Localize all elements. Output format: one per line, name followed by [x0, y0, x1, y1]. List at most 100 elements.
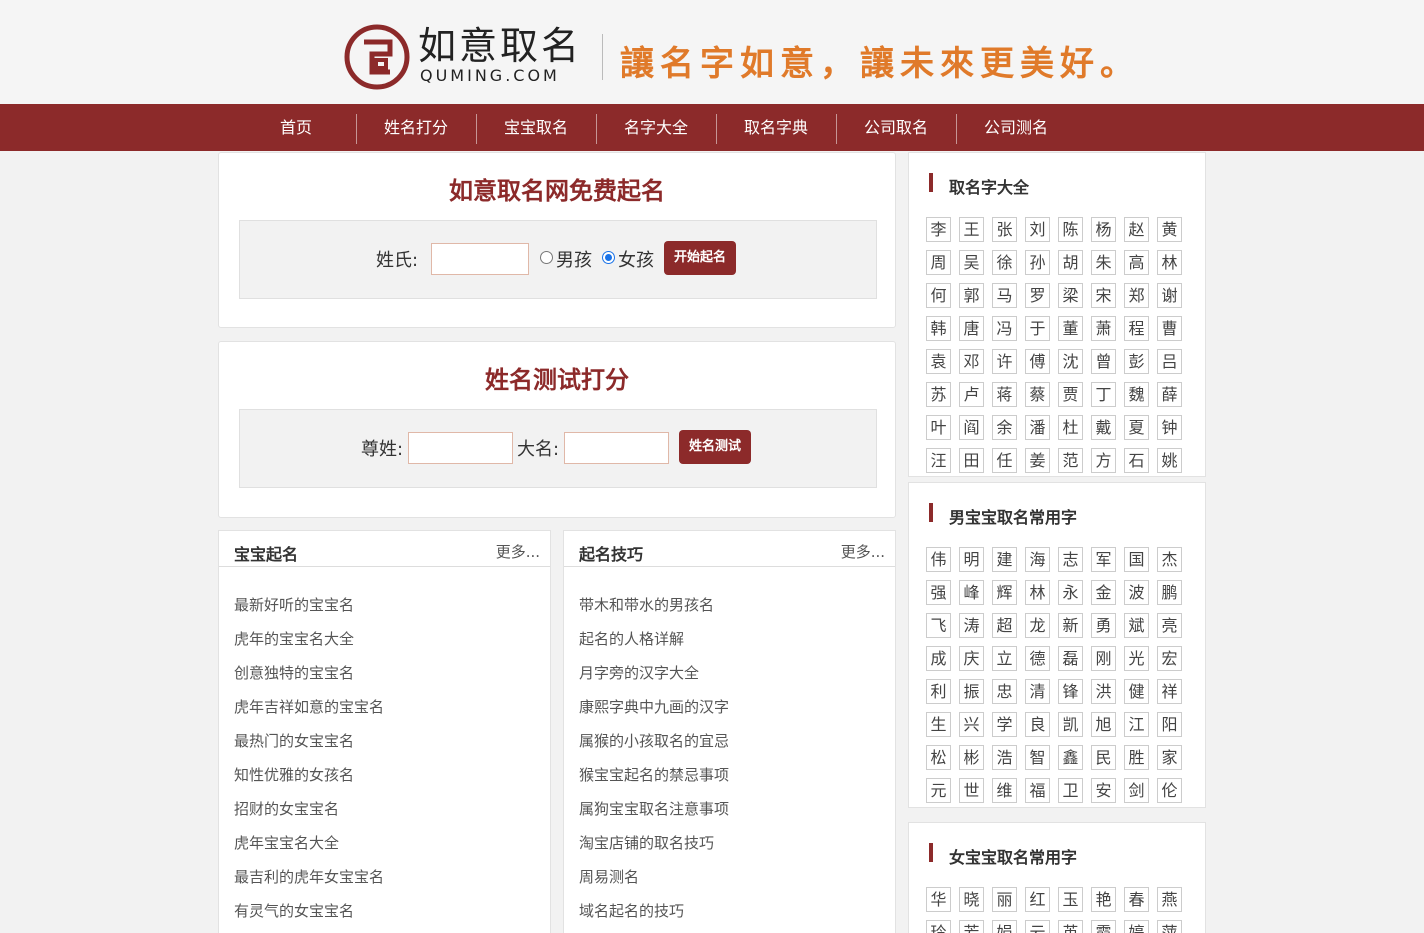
char-link[interactable]: 唐: [959, 316, 984, 341]
char-link[interactable]: 民: [1091, 745, 1116, 770]
char-link[interactable]: 清: [1025, 679, 1050, 704]
char-link[interactable]: 玲: [926, 920, 951, 933]
char-link[interactable]: 任: [992, 448, 1017, 473]
list-item[interactable]: 最吉利的虎年女宝宝名: [234, 867, 384, 901]
char-link[interactable]: 芳: [959, 920, 984, 933]
nav-item-name-collection[interactable]: 名字大全: [596, 113, 716, 143]
char-link[interactable]: 英: [1058, 920, 1083, 933]
girl-radio[interactable]: [602, 251, 615, 264]
list-item[interactable]: 虎年吉祥如意的宝宝名: [234, 697, 384, 731]
char-link[interactable]: 伟: [926, 547, 951, 572]
list-item[interactable]: 康熙字典中九画的汉字: [579, 697, 729, 731]
char-link[interactable]: 方: [1091, 448, 1116, 473]
char-link[interactable]: 婷: [1124, 920, 1149, 933]
char-link[interactable]: 锋: [1058, 679, 1083, 704]
char-link[interactable]: 志: [1058, 547, 1083, 572]
char-link[interactable]: 阳: [1157, 712, 1182, 737]
char-link[interactable]: 霞: [1091, 920, 1116, 933]
char-link[interactable]: 忠: [992, 679, 1017, 704]
char-link[interactable]: 剑: [1124, 778, 1149, 803]
char-link[interactable]: 超: [992, 613, 1017, 638]
char-link[interactable]: 江: [1124, 712, 1149, 737]
char-link[interactable]: 杨: [1091, 217, 1116, 242]
char-link[interactable]: 陈: [1058, 217, 1083, 242]
test-surname-input[interactable]: [408, 432, 513, 464]
char-link[interactable]: 戴: [1091, 415, 1116, 440]
char-link[interactable]: 蒋: [992, 382, 1017, 407]
char-link[interactable]: 华: [926, 887, 951, 912]
char-link[interactable]: 艳: [1091, 887, 1116, 912]
char-link[interactable]: 胡: [1058, 250, 1083, 275]
char-link[interactable]: 光: [1124, 646, 1149, 671]
char-link[interactable]: 彬: [959, 745, 984, 770]
char-link[interactable]: 生: [926, 712, 951, 737]
char-link[interactable]: 王: [959, 217, 984, 242]
char-link[interactable]: 红: [1025, 887, 1050, 912]
char-link[interactable]: 智: [1025, 745, 1050, 770]
char-link[interactable]: 田: [959, 448, 984, 473]
char-link[interactable]: 飞: [926, 613, 951, 638]
char-link[interactable]: 海: [1025, 547, 1050, 572]
char-link[interactable]: 傅: [1025, 349, 1050, 374]
char-link[interactable]: 何: [926, 283, 951, 308]
nav-item-home[interactable]: 首页: [236, 113, 356, 143]
char-link[interactable]: 旭: [1091, 712, 1116, 737]
char-link[interactable]: 庆: [959, 646, 984, 671]
char-link[interactable]: 杜: [1058, 415, 1083, 440]
char-link[interactable]: 吕: [1157, 349, 1182, 374]
boy-radio[interactable]: [540, 251, 553, 264]
char-link[interactable]: 夏: [1124, 415, 1149, 440]
char-link[interactable]: 沈: [1058, 349, 1083, 374]
start-naming-button[interactable]: 开始起名: [664, 241, 736, 275]
list-item[interactable]: 淘宝店铺的取名技巧: [579, 833, 729, 867]
char-link[interactable]: 鹏: [1157, 580, 1182, 605]
char-link[interactable]: 振: [959, 679, 984, 704]
more-link[interactable]: 更多...: [496, 541, 540, 562]
char-link[interactable]: 晓: [959, 887, 984, 912]
char-link[interactable]: 松: [926, 745, 951, 770]
char-link[interactable]: 萧: [1091, 316, 1116, 341]
char-link[interactable]: 董: [1058, 316, 1083, 341]
char-link[interactable]: 石: [1124, 448, 1149, 473]
char-link[interactable]: 学: [992, 712, 1017, 737]
surname-input[interactable]: [431, 243, 529, 275]
char-link[interactable]: 浩: [992, 745, 1017, 770]
char-link[interactable]: 磊: [1058, 646, 1083, 671]
char-link[interactable]: 贾: [1058, 382, 1083, 407]
char-link[interactable]: 张: [992, 217, 1017, 242]
char-link[interactable]: 林: [1157, 250, 1182, 275]
char-link[interactable]: 罗: [1025, 283, 1050, 308]
logo-title[interactable]: 如意取名: [418, 24, 582, 68]
char-link[interactable]: 刘: [1025, 217, 1050, 242]
char-link[interactable]: 洪: [1091, 679, 1116, 704]
nav-item-naming-dictionary[interactable]: 取名字典: [716, 113, 836, 143]
char-link[interactable]: 燕: [1157, 887, 1182, 912]
char-link[interactable]: 丁: [1091, 382, 1116, 407]
char-link[interactable]: 辉: [992, 580, 1017, 605]
char-link[interactable]: 钟: [1157, 415, 1182, 440]
char-link[interactable]: 林: [1025, 580, 1050, 605]
char-link[interactable]: 潘: [1025, 415, 1050, 440]
char-link[interactable]: 国: [1124, 547, 1149, 572]
char-link[interactable]: 兴: [959, 712, 984, 737]
char-link[interactable]: 德: [1025, 646, 1050, 671]
more-link[interactable]: 更多...: [841, 541, 885, 562]
char-link[interactable]: 利: [926, 679, 951, 704]
char-link[interactable]: 安: [1091, 778, 1116, 803]
char-link[interactable]: 宋: [1091, 283, 1116, 308]
char-link[interactable]: 萍: [1157, 920, 1182, 933]
char-link[interactable]: 祥: [1157, 679, 1182, 704]
char-link[interactable]: 良: [1025, 712, 1050, 737]
char-link[interactable]: 宏: [1157, 646, 1182, 671]
char-link[interactable]: 刚: [1091, 646, 1116, 671]
char-link[interactable]: 成: [926, 646, 951, 671]
char-link[interactable]: 姚: [1157, 448, 1182, 473]
char-link[interactable]: 吴: [959, 250, 984, 275]
nav-item-company-test[interactable]: 公司测名: [956, 113, 1076, 143]
char-link[interactable]: 鑫: [1058, 745, 1083, 770]
char-link[interactable]: 胜: [1124, 745, 1149, 770]
char-link[interactable]: 凯: [1058, 712, 1083, 737]
list-item[interactable]: 招财的女宝宝名: [234, 799, 384, 833]
list-item[interactable]: 属狗宝宝取名注意事项: [579, 799, 729, 833]
char-link[interactable]: 冯: [992, 316, 1017, 341]
